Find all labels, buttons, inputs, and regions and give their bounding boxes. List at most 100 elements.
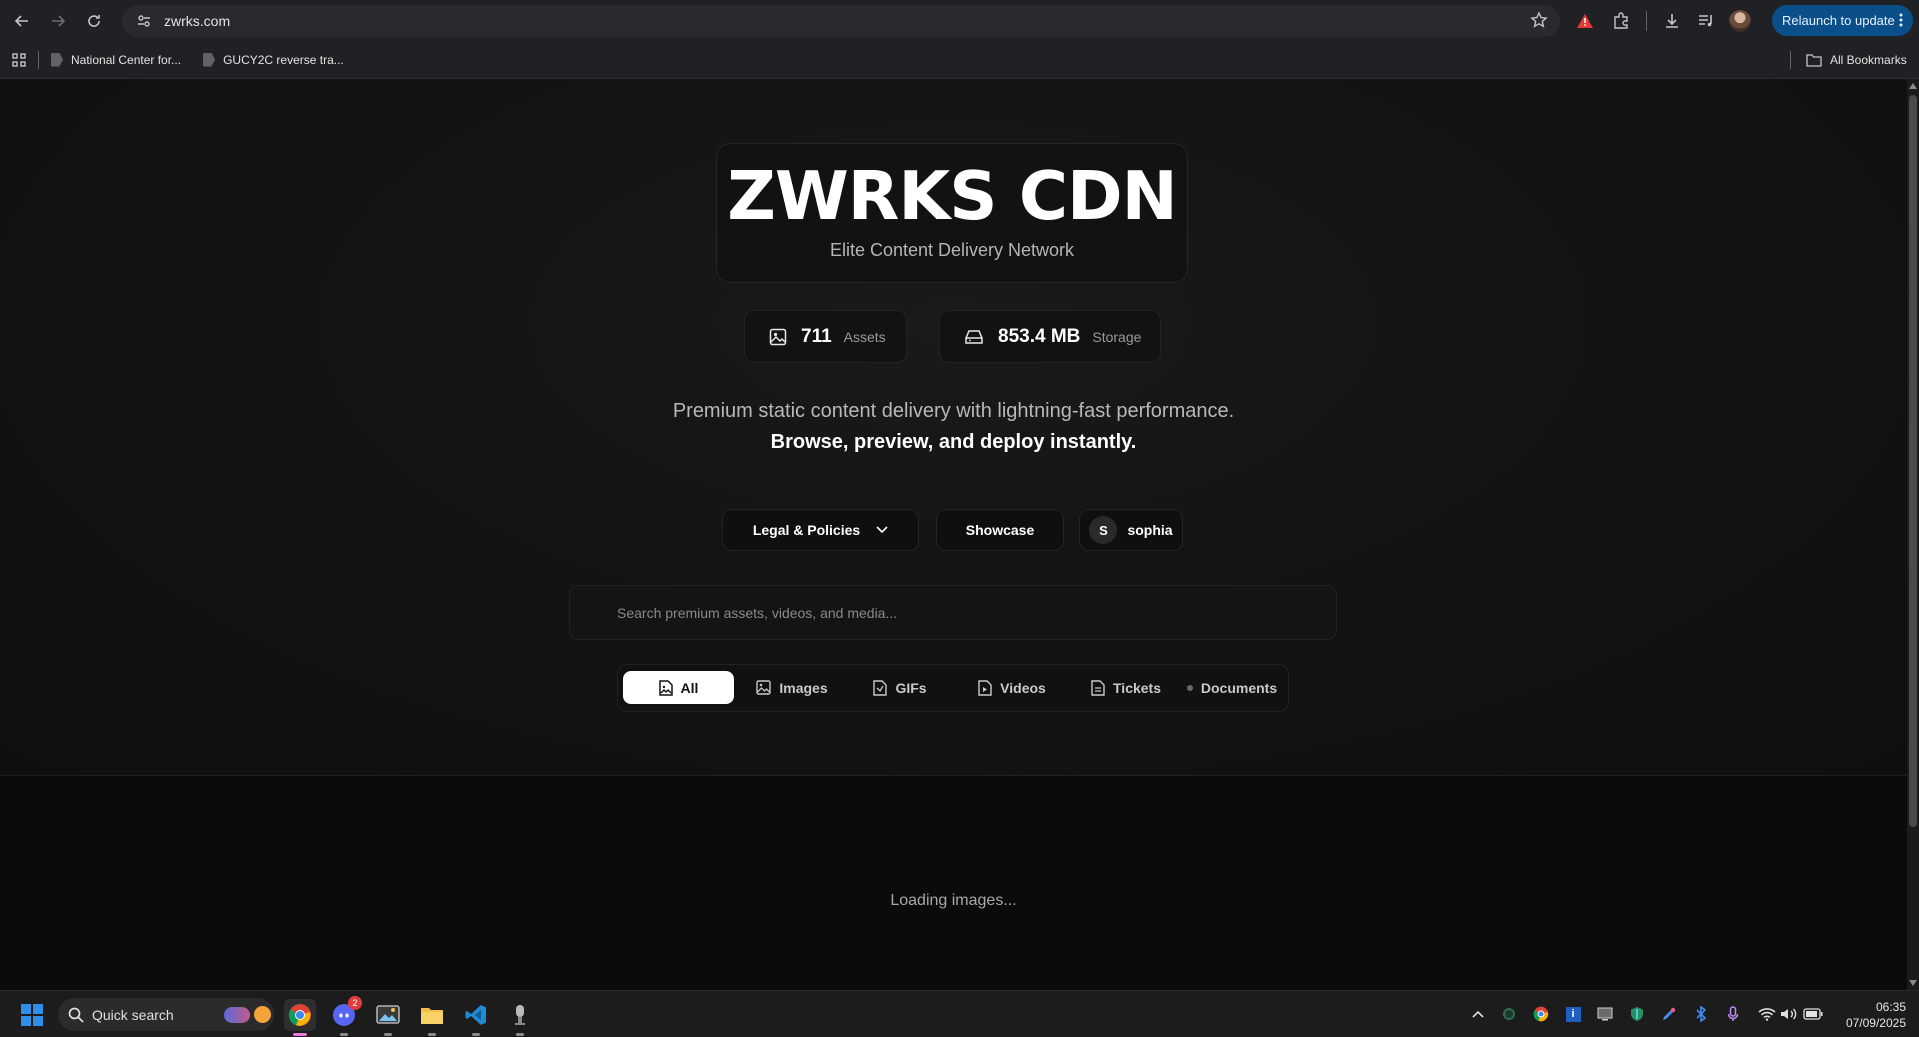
bookmark-divider	[38, 50, 39, 69]
hero-section: ZWRKS CDN Elite Content Delivery Network…	[0, 79, 1907, 776]
avatar: S	[1089, 516, 1118, 544]
image-icon	[769, 328, 787, 345]
microphone-icon[interactable]	[1722, 1003, 1744, 1025]
tab-label: Documents	[1200, 679, 1278, 696]
tab-label: GIFs	[895, 679, 927, 696]
tray-chrome-icon[interactable]	[1530, 1003, 1552, 1025]
relaunch-label: Relaunch to update	[1782, 13, 1895, 28]
app-indicator	[340, 1033, 348, 1036]
tab-images[interactable]: Images	[737, 671, 847, 704]
apps-grid-icon[interactable]	[12, 52, 26, 67]
all-bookmarks-label: All Bookmarks	[1830, 52, 1907, 67]
file-text-icon	[1091, 679, 1105, 696]
relaunch-to-update-button[interactable]: Relaunch to update	[1772, 5, 1913, 36]
tagline-secondary: Browse, preview, and deploy instantly.	[770, 431, 1137, 453]
assets-label: Assets	[843, 328, 886, 345]
quick-search-box[interactable]: Quick search	[58, 998, 274, 1031]
toolbar-divider	[1646, 10, 1647, 31]
content-area	[0, 776, 1907, 990]
bookmark-item[interactable]: National Center for...	[51, 52, 182, 67]
tray-security-icon[interactable]	[1626, 1003, 1648, 1025]
show-hidden-icons-chevron-icon[interactable]	[1467, 1003, 1489, 1025]
scrollbar-thumb[interactable]	[1909, 95, 1917, 827]
bookmark-label: GUCY2C reverse tra...	[223, 52, 344, 67]
vscode-app-icon[interactable]	[460, 999, 492, 1036]
microphone-app-icon[interactable]	[504, 999, 536, 1036]
bookmarks-bar: National Center for... GUCY2C reverse tr…	[0, 41, 1919, 79]
tab-tickets[interactable]: Tickets	[1073, 671, 1179, 704]
start-button[interactable]	[21, 1004, 43, 1026]
bookmark-item[interactable]: GUCY2C reverse tra...	[203, 52, 344, 67]
app-indicator	[428, 1033, 436, 1036]
user-menu-button[interactable]: S sophia	[1079, 509, 1183, 551]
tagline-primary: Premium static content delivery with lig…	[672, 400, 1235, 422]
profile-avatar[interactable]	[1723, 4, 1757, 38]
bookmark-star-icon[interactable]	[1530, 11, 1548, 29]
reload-icon	[88, 15, 100, 27]
tab-documents[interactable]: Documents	[1179, 671, 1285, 704]
scroll-up-arrow-icon[interactable]	[1909, 83, 1917, 89]
page-title: ZWRKS CDN	[727, 157, 1177, 235]
tab-gifs[interactable]: GIFs	[850, 671, 950, 704]
site-info-icon[interactable]	[132, 9, 156, 33]
media-control-icon[interactable]	[1689, 4, 1723, 38]
warning-icon[interactable]	[1568, 4, 1602, 38]
active-app-indicator	[293, 1033, 307, 1036]
file-explorer-icon[interactable]	[416, 999, 448, 1036]
file-video-icon	[978, 679, 992, 696]
windows-taskbar: Quick search 2 i 06:35 07/09/2025	[0, 990, 1919, 1037]
url-text[interactable]: zwrks.com	[164, 13, 230, 29]
chrome-app-icon[interactable]	[284, 999, 316, 1036]
showcase-button[interactable]: Showcase	[936, 509, 1064, 551]
image-icon	[756, 680, 772, 695]
extensions-icon[interactable]	[1604, 4, 1638, 38]
volume-icon[interactable]	[1778, 1003, 1800, 1025]
app-indicator	[384, 1033, 392, 1036]
battery-icon[interactable]	[1802, 1003, 1824, 1025]
file-gif-icon	[873, 679, 888, 696]
storage-stat: 853.4 MB Storage	[939, 310, 1161, 363]
clock-time: 06:35	[1875, 1000, 1906, 1014]
documents-dot-icon	[1186, 684, 1193, 691]
tray-info-icon[interactable]: i	[1562, 1003, 1584, 1025]
bluetooth-icon[interactable]	[1690, 1003, 1712, 1025]
search-bar	[569, 585, 1337, 640]
bookmark-label: National Center for...	[71, 52, 182, 67]
wifi-icon[interactable]	[1756, 1003, 1778, 1025]
downloads-icon[interactable]	[1655, 4, 1689, 38]
username-label: sophia	[1127, 522, 1173, 538]
drive-icon	[965, 329, 983, 344]
tray-pen-icon[interactable]	[1658, 1003, 1680, 1025]
tab-videos[interactable]: Videos	[959, 671, 1065, 704]
back-arrow-icon	[14, 15, 28, 27]
storage-label: Storage	[1092, 328, 1142, 345]
assets-stat: 711 Assets	[744, 310, 907, 363]
photos-app-icon[interactable]	[372, 999, 404, 1036]
search-input[interactable]	[571, 587, 1335, 638]
loading-message: Loading images...	[890, 892, 1017, 909]
tray-display-icon[interactable]	[1594, 1003, 1616, 1025]
filter-tabs: All Images GIFs Videos Tickets Documents	[617, 664, 1289, 712]
search-highlight-icon	[224, 1007, 250, 1023]
all-bookmarks-button[interactable]: All Bookmarks	[1806, 53, 1907, 67]
folder-icon	[1806, 53, 1822, 67]
app-indicator	[516, 1033, 524, 1036]
legal-policies-label: Legal & Policies	[752, 522, 861, 538]
discord-app-icon[interactable]: 2	[328, 996, 362, 1036]
system-clock[interactable]: 06:35 07/09/2025	[1836, 999, 1906, 1031]
title-card: ZWRKS CDN Elite Content Delivery Network	[716, 143, 1188, 283]
page-viewport: ZWRKS CDN Elite Content Delivery Network…	[0, 79, 1907, 990]
tab-all[interactable]: All	[623, 671, 734, 704]
assets-count: 711	[801, 325, 832, 347]
address-bar[interactable]: zwrks.com	[122, 5, 1560, 37]
bookmark-favicon-icon	[51, 52, 63, 67]
reload-button[interactable]	[76, 3, 112, 39]
back-button[interactable]	[4, 3, 40, 39]
more-menu-icon[interactable]	[1899, 12, 1903, 28]
forward-button[interactable]	[40, 3, 76, 39]
legal-policies-dropdown[interactable]: Legal & Policies	[722, 509, 919, 551]
scroll-down-arrow-icon[interactable]	[1909, 980, 1917, 986]
page-scrollbar[interactable]	[1907, 79, 1919, 990]
tray-app-status-icon[interactable]	[1498, 1003, 1520, 1025]
clock-date: 07/09/2025	[1845, 1016, 1906, 1030]
